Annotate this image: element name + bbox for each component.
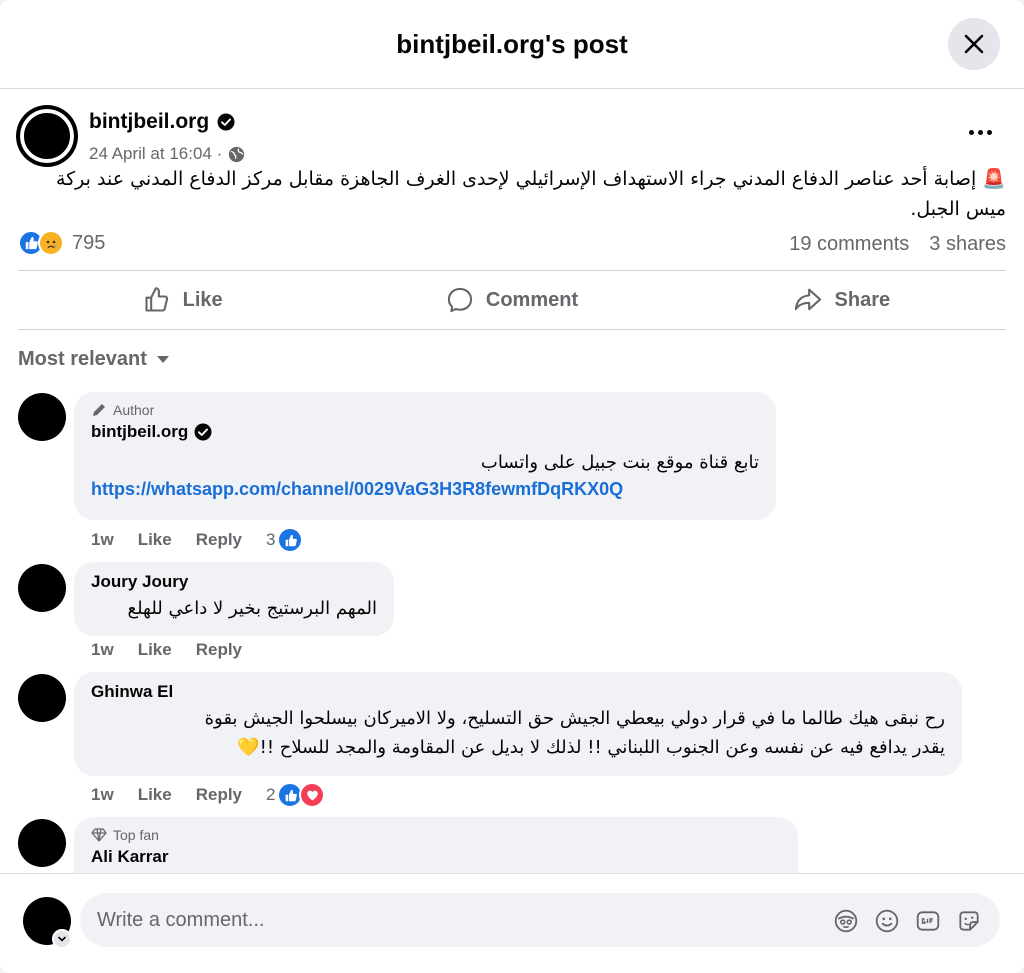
commenter-name[interactable]: Ali Karrar xyxy=(91,847,781,867)
author-badge: Author xyxy=(91,402,759,418)
post-meta: 24 April at 16:04 · xyxy=(89,144,245,164)
comment-bubble: Top fan Ali Karrar xyxy=(74,817,798,873)
like-button[interactable]: Like xyxy=(18,271,347,329)
comment-input[interactable] xyxy=(97,893,797,947)
post-author: bintjbeil.org xyxy=(89,110,235,134)
commenter-name[interactable]: Ghinwa El xyxy=(91,682,945,702)
comment-actions: 1w Like Reply 3 xyxy=(91,527,304,553)
comment-bubble-icon xyxy=(447,287,473,313)
comment-bubble: Author bintjbeil.org تابع قناة موقع بنت … xyxy=(74,392,776,520)
gif-icon[interactable] xyxy=(914,907,941,934)
chevron-down-icon[interactable] xyxy=(52,929,72,949)
composer-icons xyxy=(832,907,982,934)
author-name[interactable]: bintjbeil.org xyxy=(89,110,209,134)
top-fan-badge: Top fan xyxy=(91,827,781,843)
share-arrow-icon xyxy=(794,288,821,311)
whatsapp-channel-link[interactable]: https://whatsapp.com/channel/0029VaG3H3R… xyxy=(91,479,759,500)
comment-reactions[interactable]: 3 xyxy=(266,527,304,553)
top-fan-label: Top fan xyxy=(113,827,159,843)
post-scroll-area[interactable]: bintjbeil.org 24 April at 16:04 · 🚨 إصاب… xyxy=(0,90,1024,873)
reaction-summary[interactable]: 795 xyxy=(18,230,105,256)
like-reaction-icon xyxy=(277,527,304,553)
comment-label: Comment xyxy=(485,288,579,311)
comment-actions: 1w Like Reply xyxy=(91,640,266,660)
comment-reactions[interactable]: 2 xyxy=(266,782,326,808)
comment-reaction-count: 3 xyxy=(266,530,276,549)
sort-label: Most relevant xyxy=(18,348,147,370)
close-icon xyxy=(964,34,984,54)
care-reaction-icon xyxy=(38,230,64,256)
comment-reply-button[interactable]: Reply xyxy=(196,640,242,660)
comment-like-button[interactable]: Like xyxy=(138,530,172,550)
close-button[interactable] xyxy=(948,18,1000,70)
caret-down-icon xyxy=(156,356,169,363)
post-stats: 19 comments 3 shares xyxy=(789,233,1006,256)
divider xyxy=(18,329,1006,330)
comment-time[interactable]: 1w xyxy=(91,640,114,660)
comment-button[interactable]: Comment xyxy=(347,271,676,329)
comment-time[interactable]: 1w xyxy=(91,785,114,805)
comment-reaction-count: 2 xyxy=(266,785,276,804)
comment-bubble: Joury Joury المهم البرستيج بخير لا داعي … xyxy=(74,562,394,636)
commenter-avatar[interactable] xyxy=(18,564,66,612)
pen-icon xyxy=(93,404,105,416)
shares-count-link[interactable]: 3 shares xyxy=(929,233,1006,256)
thumbs-up-icon xyxy=(145,287,168,312)
sticker-icon[interactable] xyxy=(955,907,982,934)
diamond-icon xyxy=(91,828,107,842)
commenter-name[interactable]: Joury Joury xyxy=(91,572,377,592)
globe-icon xyxy=(229,146,245,162)
dialog-header: bintjbeil.org's post xyxy=(0,0,1024,89)
emoji-icon[interactable] xyxy=(873,907,900,934)
love-reaction-icon xyxy=(299,782,326,808)
comment-reply-button[interactable]: Reply xyxy=(196,530,242,550)
author-badge-label: Author xyxy=(113,402,155,418)
commenter-name[interactable]: bintjbeil.org xyxy=(91,422,759,442)
author-avatar[interactable] xyxy=(17,106,77,166)
post-actions: Like Comment Share xyxy=(18,271,1006,329)
comment-time[interactable]: 1w xyxy=(91,530,114,550)
share-label: Share xyxy=(834,288,891,311)
comment-input-container xyxy=(80,893,1000,947)
post-text: 🚨 إصابة أحد عناصر الدفاع المدني جراء الا… xyxy=(55,168,1006,220)
post-timestamp[interactable]: 24 April at 16:04 · xyxy=(89,144,222,164)
commenter-avatar[interactable] xyxy=(18,674,66,722)
post-dialog: bintjbeil.org's post bintjbeil.org 24 Ap… xyxy=(0,0,1024,973)
commenter-avatar[interactable] xyxy=(18,819,66,867)
dialog-title: bintjbeil.org's post xyxy=(396,29,628,59)
comment-composer xyxy=(0,873,1024,973)
comment-text: المهم البرستيج بخير لا داعي للهلع xyxy=(127,598,378,619)
comment-like-button[interactable]: Like xyxy=(138,785,172,805)
verified-badge-icon xyxy=(217,113,235,131)
more-options-button[interactable] xyxy=(962,120,998,144)
commenter-avatar[interactable] xyxy=(18,393,66,441)
comment-text: تابع قناة موقع بنت جبيل على واتساب xyxy=(480,452,759,473)
comment-actions: 1w Like Reply 2 xyxy=(91,782,326,808)
comment-like-button[interactable]: Like xyxy=(138,640,172,660)
sort-comments-dropdown[interactable]: Most relevant xyxy=(18,348,169,371)
commenter-name-text[interactable]: bintjbeil.org xyxy=(91,422,188,442)
comments-count-link[interactable]: 19 comments xyxy=(789,233,909,256)
like-label: Like xyxy=(182,288,223,311)
reaction-count: 795 xyxy=(72,231,106,254)
avatar-sticker-icon[interactable] xyxy=(832,907,859,934)
share-button[interactable]: Share xyxy=(677,271,1006,329)
comment-bubble: Ghinwa El رح نبقى هيك طالما ما في قرار د… xyxy=(74,672,962,776)
comment-reply-button[interactable]: Reply xyxy=(196,785,242,805)
comment-text-line: رح نبقى هيك طالما ما في قرار دولي بيعطي … xyxy=(204,708,945,729)
comment-text-line: يقدر يدافع فيه عن نفسه وعن الجنوب اللبنا… xyxy=(237,737,945,758)
verified-badge-icon xyxy=(194,423,212,441)
